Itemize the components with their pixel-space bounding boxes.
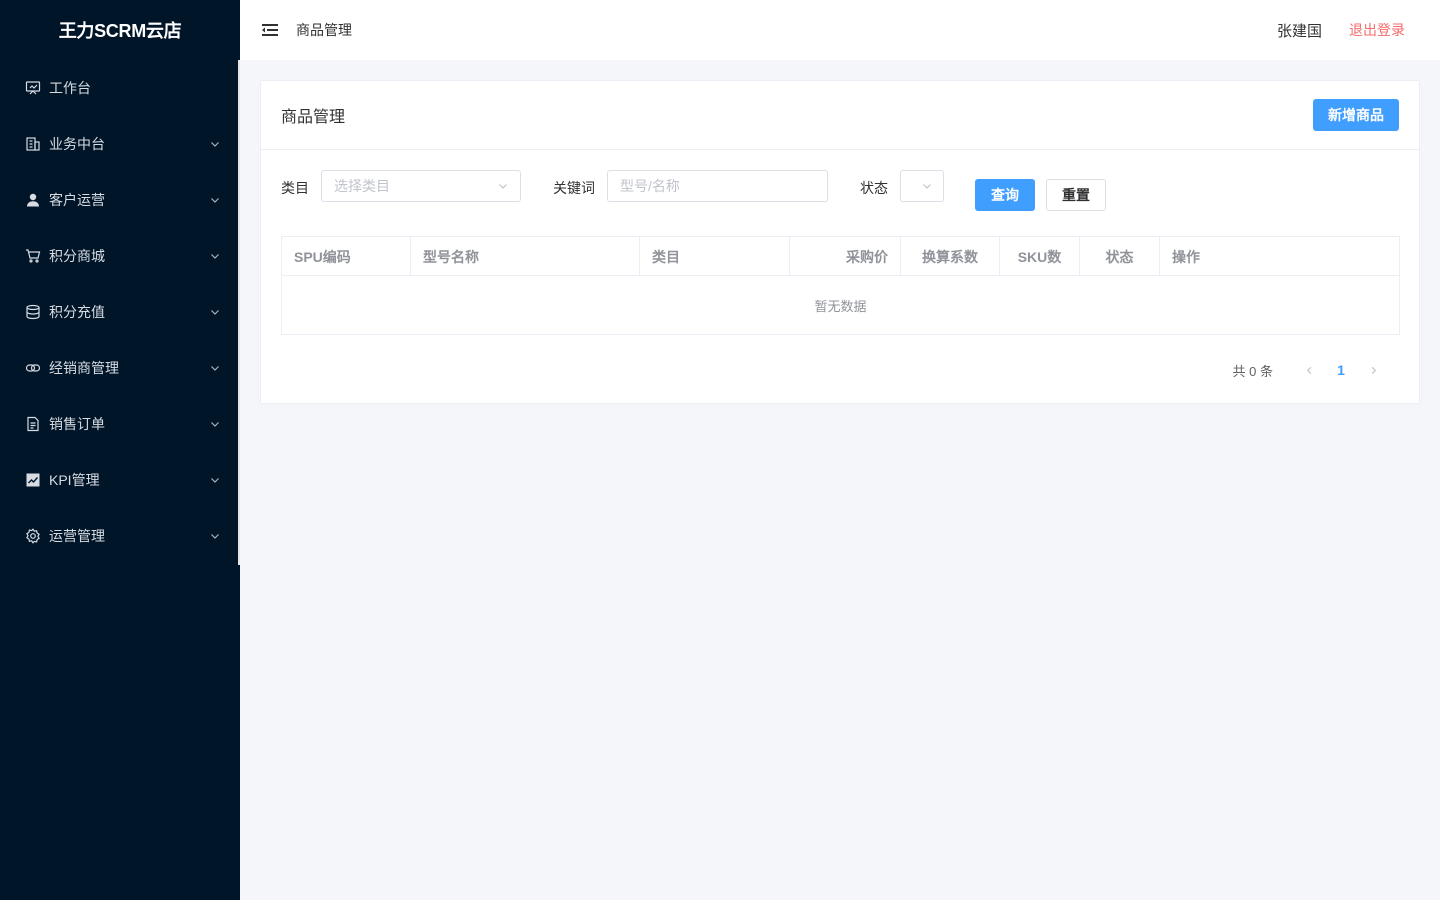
column-header-actions: 操作 [1172, 248, 1200, 265]
product-table: SPU编码 型号名称 类目 采购价 换算系数 SKU数 状态 操作 暂无数据 [281, 236, 1400, 335]
column-header-sku-count[interactable]: SKU数 [1000, 237, 1080, 276]
database-icon [24, 304, 41, 321]
presentation-board-icon [24, 80, 41, 97]
sidebar-item-label: 经销商管理 [49, 360, 119, 376]
chevron-down-icon [210, 531, 220, 541]
document-icon [24, 416, 41, 433]
chevron-down-icon [210, 363, 220, 373]
username: 张建国 [1276, 22, 1322, 40]
sidebar-item-points-mall[interactable]: 积分商城 [0, 228, 240, 284]
sidebar-item-dealer-management[interactable]: 经销商管理 [0, 340, 240, 396]
column-header-spu-code[interactable]: SPU编码 [282, 237, 411, 276]
sidebar-item-label: 客户运营 [49, 192, 105, 208]
sidebar-menu: 工作台 业务中台 客户运营 积分商城 积分充值 经销商管理 销售订单 KPI管理… [0, 60, 240, 564]
pagination-total: 共 0 条 [1232, 363, 1273, 379]
add-product-button[interactable]: 新增商品 [1313, 99, 1399, 131]
card-header: 商品管理 新增商品 [261, 81, 1419, 150]
sidebar: 王力SCRM云店 工作台 业务中台 客户运营 积分商城 积分充值 经销商管理 销… [0, 0, 240, 900]
sidebar-item-label: 工作台 [49, 80, 91, 96]
menu-toggle-icon[interactable] [262, 23, 278, 37]
chevron-down-icon [210, 419, 220, 429]
chart-icon [24, 472, 41, 489]
chevron-left-icon [1306, 366, 1311, 374]
page-number-current[interactable]: 1 [1325, 362, 1357, 378]
building-icon [24, 136, 41, 153]
page-title: 商品管理 [281, 109, 346, 126]
sidebar-item-business-center[interactable]: 业务中台 [0, 116, 240, 172]
sidebar-item-label: 积分商城 [49, 248, 105, 264]
column-header-conversion-factor[interactable]: 换算系数 [901, 237, 1000, 276]
column-header-purchase-price[interactable]: 采购价 [790, 237, 901, 276]
sidebar-item-kpi-management[interactable]: KPI管理 [0, 452, 240, 508]
sidebar-item-label: KPI管理 [49, 472, 100, 488]
category-select-placeholder: 选择类目 [334, 178, 390, 194]
sidebar-item-workbench[interactable]: 工作台 [0, 60, 240, 116]
cart-icon [24, 248, 41, 265]
chevron-down-icon [210, 251, 220, 261]
sidebar-item-label: 积分充值 [49, 304, 105, 320]
table-header: SPU编码 型号名称 类目 采购价 换算系数 SKU数 状态 操作 [282, 237, 1399, 276]
query-button[interactable]: 查询 [975, 179, 1035, 211]
reset-button[interactable]: 重置 [1046, 179, 1106, 211]
user-icon [24, 192, 41, 209]
table-empty-text: 暂无数据 [814, 298, 867, 314]
logout-link[interactable]: 退出登录 [1349, 20, 1405, 40]
status-label: 状态 [860, 180, 888, 196]
chevron-down-icon [922, 181, 932, 191]
sidebar-item-label: 销售订单 [49, 416, 105, 432]
app-logo: 王力SCRM云店 [58, 21, 182, 41]
sidebar-item-customer-ops[interactable]: 客户运营 [0, 172, 240, 228]
chevron-down-icon [210, 195, 220, 205]
filter-bar: 类目 选择类目 关键词 型号/名称 状态 查询 重置 [281, 170, 1401, 211]
category-select[interactable]: 选择类目 [321, 170, 521, 202]
sidebar-item-label: 运营管理 [49, 528, 105, 544]
next-page-button[interactable] [1357, 360, 1389, 380]
sidebar-item-points-recharge[interactable]: 积分充值 [0, 284, 240, 340]
chevron-down-icon [498, 181, 508, 191]
category-label: 类目 [281, 180, 309, 196]
status-select[interactable] [900, 170, 944, 202]
keyword-label: 关键词 [553, 180, 595, 196]
header-user-area: 张建国 退出登录 [1277, 20, 1405, 41]
link-icon [24, 360, 41, 377]
gear-icon [24, 528, 41, 545]
chevron-down-icon [210, 475, 220, 485]
keyword-input[interactable]: 型号/名称 [607, 170, 828, 202]
chevron-right-icon [1371, 366, 1376, 374]
top-header: 商品管理 张建国 退出登录 [240, 0, 1440, 60]
column-header-model-name[interactable]: 型号名称 [411, 237, 640, 276]
chevron-down-icon [210, 139, 220, 149]
sidebar-divider [238, 60, 240, 565]
product-management-card: 商品管理 新增商品 类目 选择类目 关键词 型号/名称 状态 查询 重置 SPU… [260, 80, 1420, 404]
sidebar-item-label: 业务中台 [49, 136, 105, 152]
keyword-input-placeholder: 型号/名称 [620, 178, 680, 194]
sidebar-item-sales-orders[interactable]: 销售订单 [0, 396, 240, 452]
sidebar-item-operations-management[interactable]: 运营管理 [0, 508, 240, 564]
column-header-category[interactable]: 类目 [640, 237, 790, 276]
chevron-down-icon [210, 307, 220, 317]
breadcrumb: 商品管理 [296, 22, 352, 38]
column-header-status[interactable]: 状态 [1080, 237, 1160, 276]
pagination: 共 0 条 1 [1233, 360, 1389, 380]
prev-page-button[interactable] [1293, 360, 1325, 380]
